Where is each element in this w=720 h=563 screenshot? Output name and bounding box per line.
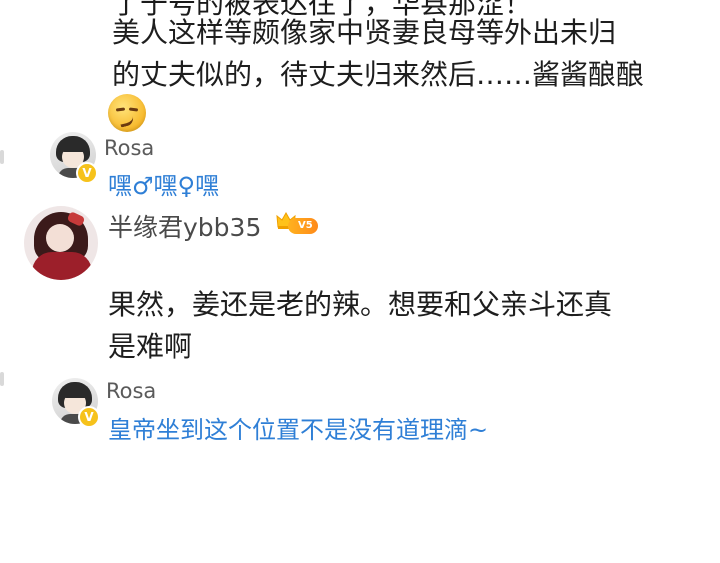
level-badge: V5	[276, 212, 324, 236]
level-label: V5	[288, 218, 318, 234]
reply-text: 嘿♂嘿♀嘿	[108, 172, 220, 200]
smirk-emoji-icon	[108, 94, 146, 132]
reply-username[interactable]: Rosa	[106, 379, 156, 403]
reply-text: 皇帝坐到这个位置不是没有道理滴~	[108, 416, 489, 444]
edge-marker	[0, 150, 4, 164]
edge-marker	[0, 372, 4, 386]
verified-badge-icon: V	[76, 162, 98, 184]
comment-text-line: 美人这样等颇像家中贤妻良母等外出未归	[112, 16, 617, 49]
comment-text-line: 的丈夫似的，待丈夫归来然后……酱酱酿酿	[112, 58, 645, 91]
avatar[interactable]	[24, 206, 98, 280]
verified-badge-icon: V	[78, 406, 100, 428]
comment-text-line: 是难啊	[108, 330, 193, 363]
reply-username[interactable]: Rosa	[104, 136, 154, 160]
comment-text-line: 果然，姜还是老的辣。想要和父亲斗还真	[108, 288, 613, 321]
comment-username[interactable]: 半缘君ybb35	[108, 208, 261, 244]
